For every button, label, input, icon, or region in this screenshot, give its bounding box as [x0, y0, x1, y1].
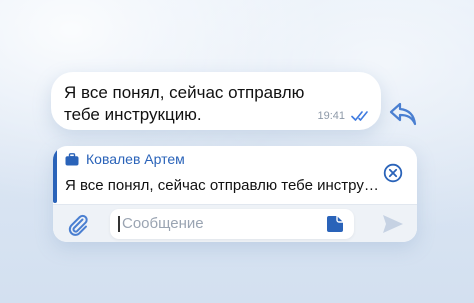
- send-icon[interactable]: [382, 214, 404, 234]
- reply-preview: Я все понял, сейчас отправлю тебе инстру…: [65, 177, 379, 194]
- sticker-icon[interactable]: [326, 215, 344, 233]
- reply-quote-bar: [53, 149, 57, 203]
- input-row: Сообщение: [53, 204, 417, 242]
- message-time: 19:41: [317, 110, 345, 122]
- cancel-reply-icon[interactable]: [383, 163, 403, 183]
- reply-arrow-icon[interactable]: [388, 101, 418, 127]
- text-caret: [118, 216, 120, 232]
- message-bubble[interactable]: Я все понял, сейчас отправлю тебе инстру…: [51, 72, 381, 130]
- message-text: Я все понял, сейчас отправлю тебе инстру…: [64, 83, 305, 124]
- message-composer: Ковалев Артем Я все понял, сейчас отправ…: [53, 146, 417, 242]
- paperclip-icon[interactable]: [66, 213, 90, 237]
- message-placeholder: Сообщение: [122, 215, 204, 232]
- briefcase-icon: [65, 153, 79, 166]
- double-check-icon: [351, 111, 368, 121]
- reply-author: Ковалев Артем: [86, 151, 185, 167]
- message-input[interactable]: Сообщение: [110, 209, 354, 239]
